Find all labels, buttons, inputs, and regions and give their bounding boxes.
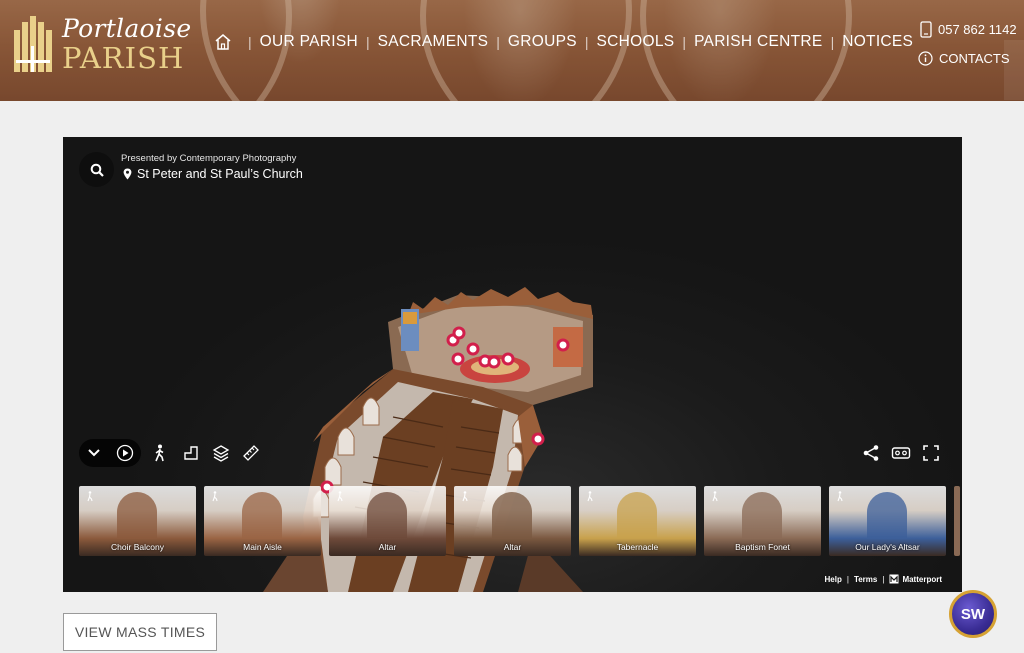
- logo-subtitle[interactable]: PARISH: [62, 41, 184, 75]
- vr-button[interactable]: [890, 442, 912, 464]
- highlight-thumbnail[interactable]: Altar: [329, 486, 446, 556]
- thumbnail-label: Our Lady's Altsar: [855, 542, 920, 552]
- walk-person-icon: [87, 491, 93, 502]
- nav-groups[interactable]: GROUPS: [508, 33, 577, 51]
- sw-badge-text: SW: [960, 605, 986, 623]
- thumbnail-label: Baptism Fonet: [735, 542, 790, 552]
- thumbnail-label: Main Aisle: [243, 542, 282, 552]
- main-nav: | OUR PARISH | SACRAMENTS | GROUPS | SCH…: [214, 33, 913, 51]
- highlight-thumbnail[interactable]: Tabernacle: [579, 486, 696, 556]
- header-window: [1004, 40, 1024, 100]
- nav-separator: |: [248, 34, 252, 50]
- contacts-label: CONTACTS: [939, 51, 1010, 66]
- matterport-link[interactable]: Matterport: [902, 575, 942, 584]
- highlight-thumbnail[interactable]: Altar: [454, 486, 571, 556]
- nav-separator: |: [496, 34, 500, 50]
- thumbnail-scene: [242, 492, 282, 538]
- thumbnail-label: Altar: [503, 542, 522, 552]
- play-tour-icon[interactable]: [116, 444, 134, 462]
- view-mass-times-button[interactable]: VIEW MASS TIMES: [63, 613, 217, 651]
- walk-person-icon: [837, 491, 843, 502]
- thumbnail-label: Altar: [378, 542, 397, 552]
- share-button[interactable]: [860, 442, 882, 464]
- nav-schools[interactable]: SCHOOLS: [597, 33, 675, 51]
- nav-our-parish[interactable]: OUR PARISH: [260, 33, 358, 51]
- search-button[interactable]: [79, 152, 114, 187]
- thumbnail-scene: [492, 492, 532, 538]
- highlight-reel-controls: [79, 439, 141, 467]
- phone-icon: [920, 21, 932, 38]
- fullscreen-icon: [923, 445, 939, 461]
- footer-separator: |: [882, 574, 885, 584]
- thumbnail-label: Tabernacle: [616, 542, 659, 552]
- phone-link[interactable]: 057 862 1142: [920, 21, 1017, 38]
- walk-person-icon: [712, 491, 718, 502]
- nav-separator: |: [830, 34, 835, 50]
- measure-button[interactable]: [240, 442, 262, 464]
- thumbnail-scene: [117, 492, 157, 538]
- location-title: St Peter and St Paul’s Church: [123, 167, 303, 181]
- thumbnail-scene: [742, 492, 782, 538]
- contacts-link[interactable]: CONTACTS: [918, 51, 1010, 66]
- site-header: Portlaoise PARISH | OUR PARISH | SACRAME…: [0, 0, 1024, 101]
- nav-notices[interactable]: NOTICES: [842, 33, 913, 51]
- ruler-icon: [243, 445, 259, 461]
- thumbnail-scene: [867, 492, 907, 538]
- layers-icon: [212, 445, 230, 462]
- chevron-down-icon[interactable]: [87, 448, 101, 458]
- highlight-thumbnail[interactable]: Main Aisle: [204, 486, 321, 556]
- highlight-thumbnail[interactable]: Baptism Fonet: [704, 486, 821, 556]
- matterport-viewer[interactable]: Presented by Contemporary Photography St…: [63, 137, 962, 592]
- church-logo-icon[interactable]: [12, 16, 54, 72]
- highlight-thumbnail[interactable]: Our Lady's Altsar: [829, 486, 946, 556]
- walk-person-icon: [212, 491, 218, 502]
- info-icon: [918, 51, 933, 66]
- sw-badge[interactable]: SW: [949, 590, 997, 638]
- highlight-thumbnail[interactable]: Choir Balcony: [79, 486, 196, 556]
- share-icon: [863, 445, 879, 461]
- walk-person-icon: [155, 444, 164, 462]
- nav-separator: |: [365, 34, 370, 50]
- phone-number: 057 862 1142: [938, 22, 1017, 37]
- location-pin-icon: [123, 168, 132, 180]
- home-icon[interactable]: [214, 33, 232, 51]
- walk-person-icon: [337, 491, 343, 502]
- location-name: St Peter and St Paul’s Church: [137, 167, 303, 181]
- help-link[interactable]: Help: [825, 575, 842, 584]
- terms-link[interactable]: Terms: [854, 575, 877, 584]
- matterport-logo-icon: [889, 574, 899, 584]
- nav-separator: |: [584, 34, 589, 50]
- floorplan-button[interactable]: [180, 442, 202, 464]
- fullscreen-button[interactable]: [920, 442, 942, 464]
- nav-parish-centre[interactable]: PARISH CENTRE: [694, 33, 823, 51]
- highlight-thumbnail-partial[interactable]: [954, 486, 960, 556]
- walk-person-icon: [462, 491, 468, 502]
- floorplan-icon: [184, 446, 198, 460]
- highlight-reel: Choir Balcony Main Aisle Altar Altar Taberna…: [79, 486, 960, 556]
- logo-title[interactable]: Portlaoise: [62, 14, 191, 43]
- thumbnail-label: Choir Balcony: [111, 542, 164, 552]
- thumbnail-scene: [617, 492, 657, 538]
- walk-person-icon: [587, 491, 593, 502]
- presented-by-text: Presented by Contemporary Photography: [121, 153, 297, 164]
- vr-headset-icon: [891, 447, 911, 459]
- nav-separator: |: [682, 34, 687, 50]
- nav-sacraments[interactable]: SACRAMENTS: [378, 33, 489, 51]
- footer-separator: |: [846, 574, 849, 584]
- search-icon: [90, 163, 104, 177]
- walk-mode-button[interactable]: [149, 442, 171, 464]
- thumbnail-scene: [367, 492, 407, 538]
- floors-button[interactable]: [210, 442, 232, 464]
- viewer-footer: Help | Terms | Matterport: [825, 574, 942, 584]
